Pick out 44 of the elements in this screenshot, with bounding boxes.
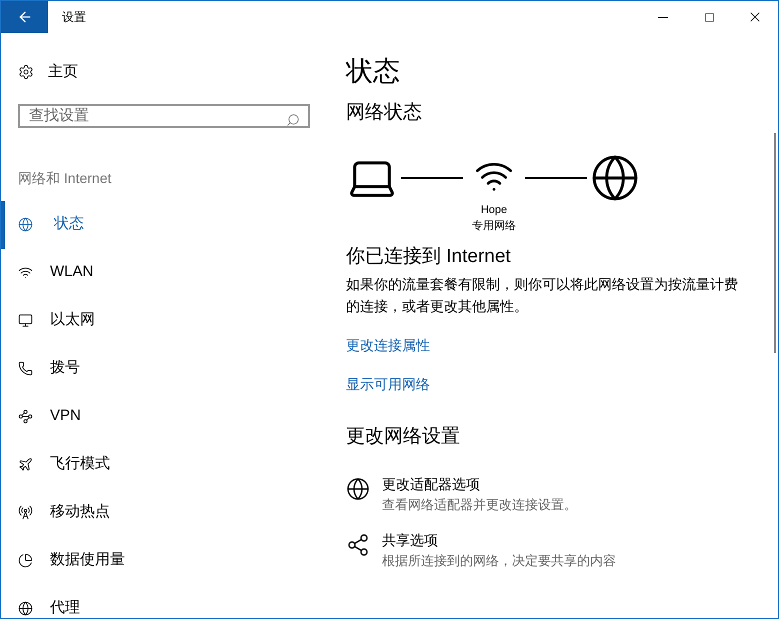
globe-icon [18,216,33,232]
settings-icon [18,64,34,80]
option-title[interactable]: 共享选项 [382,530,616,551]
connector-line [401,176,463,178]
status-heading: 你已连接到 Internet [346,244,512,268]
maximize-icon [704,12,714,22]
back-button[interactable] [1,1,48,33]
network-name: Hope [480,202,508,218]
nav-item[interactable]: WLAN [1,248,331,296]
globe-icon [18,600,33,616]
phone-icon [18,360,33,376]
option-description: 根据所连接到的网络，决定要共享的内容 [382,552,616,570]
monitor-icon [18,312,33,328]
airplane-icon [18,456,33,472]
page-title: 状态 [346,55,401,88]
settings-link[interactable]: 显示可用网络 [346,374,430,395]
search-icon [286,112,300,126]
vpn-icon [18,408,33,424]
sharing-icon [346,533,370,557]
connector-line [525,176,587,178]
scrollbar[interactable] [774,133,776,353]
nav-item[interactable]: VPN [1,392,331,440]
antenna-icon [18,504,33,520]
nav-item[interactable]: 拨号 [1,344,331,392]
nav-item[interactable]: 飞行模式 [1,440,331,488]
nav-item[interactable]: 代理 [1,584,331,618]
settings-link[interactable]: 更改连接属性 [346,335,430,356]
status-description: 如果你的流量套餐有限制，则你可以将此网络设置为按流量计费的连接，或者更改其他属性。 [346,275,739,316]
section-heading: 网络和 Internet [18,168,112,188]
network-type: 专用网络 [472,219,516,234]
nav-item[interactable]: 移动热点 [1,488,331,536]
window-title: 设置 [62,9,86,26]
section-heading: 更改网络设置 [346,425,461,449]
pie-chart-icon [18,552,33,568]
globe-icon [590,152,640,202]
search-field[interactable]: 查找设置 [18,104,310,128]
nav-item[interactable]: 状态 [1,200,331,248]
nav-item[interactable]: 以太网 [1,296,331,344]
minimize-icon [658,16,668,18]
option-title[interactable]: 更改适配器选项 [382,474,577,494]
section-heading: 网络状态 [346,101,423,125]
nav-item[interactable]: 数据使用量 [1,536,331,584]
home-link[interactable]: 主页 [18,61,331,84]
option-description: 查看网络适配器并更改连接设置。 [382,496,577,514]
